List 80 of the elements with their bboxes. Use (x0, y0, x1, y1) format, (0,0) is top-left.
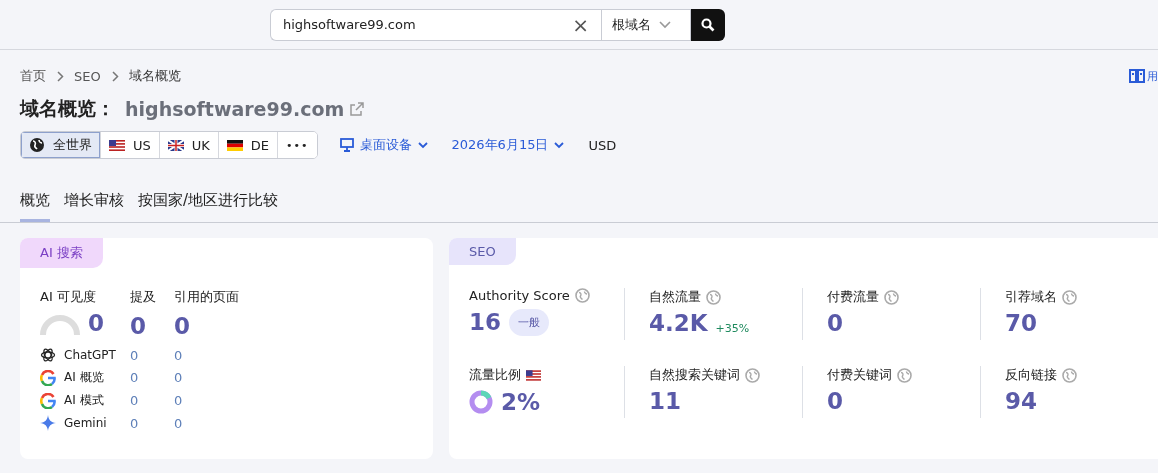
globe-icon[interactable] (574, 288, 590, 303)
metric-value: 11 (649, 390, 681, 413)
metric-value: 16 (469, 311, 501, 334)
book-icon[interactable] (1129, 68, 1145, 84)
us-flag-icon (526, 369, 541, 381)
source-name: Gemini (64, 416, 107, 430)
globe-icon[interactable] (1062, 289, 1077, 305)
metric-value: 0 (827, 312, 843, 335)
uk-flag-icon (167, 139, 184, 151)
tab[interactable]: 按国家/地区进行比较 (138, 189, 279, 222)
rating-badge: 一般 (509, 309, 549, 336)
metric-label: 流量比例 (469, 366, 521, 384)
metric-value: 4.2K (649, 312, 708, 335)
chevron-down-icon (659, 20, 671, 29)
google-icon (40, 369, 56, 386)
card-tag: AI 搜索 (20, 238, 103, 268)
donut-icon (469, 390, 493, 414)
card-tag: SEO (449, 238, 516, 265)
chevron-down-icon (554, 141, 565, 149)
sparkle-icon (40, 415, 56, 431)
metric-value: 0 (88, 312, 104, 335)
metric-value: 0 (827, 390, 843, 413)
metric-value: 0 (174, 315, 191, 338)
domain-title: highsoftware99.com (125, 98, 345, 120)
mentions-count: 0 (130, 347, 140, 363)
metric-label: 自然流量 (649, 288, 701, 306)
globe-icon[interactable] (1062, 367, 1077, 383)
chevron-icon (56, 70, 64, 82)
knot-icon (40, 347, 56, 363)
mentions-count: 0 (130, 415, 140, 431)
us-flag-icon (109, 139, 125, 151)
currency-label: USD (588, 137, 617, 153)
breadcrumb-link[interactable]: 首页 (20, 67, 46, 85)
date-dropdown[interactable]: 2026年6月15日 (449, 136, 567, 154)
source-name: ChatGPT (64, 348, 116, 362)
cited-count: 0 (174, 415, 184, 431)
search-icon (701, 17, 715, 32)
metric-value: 2% (501, 390, 541, 414)
tab[interactable]: 增长审核 (64, 189, 124, 222)
help-link[interactable]: 用 (1147, 68, 1158, 84)
globe-icon[interactable] (897, 367, 912, 383)
search-field[interactable]: highsoftware99.com × (270, 8, 601, 41)
page-title: 域名概览： (20, 96, 115, 121)
monitor-icon (339, 138, 354, 152)
column-label: 引用的页面 (174, 288, 239, 306)
metric-label: 引荐域名 (1005, 288, 1057, 306)
metric-label: 自然搜索关键词 (649, 366, 740, 384)
device-dropdown[interactable]: 桌面设备 (337, 136, 430, 154)
cited-count: 0 (174, 393, 184, 408)
search-button[interactable] (691, 8, 725, 41)
globe-icon[interactable] (884, 289, 899, 305)
globe-icon[interactable] (706, 289, 721, 305)
scope-dropdown[interactable]: 根域名 (601, 8, 691, 41)
column-label: AI 可见度 (40, 288, 97, 306)
google-icon (40, 392, 56, 409)
region-button[interactable]: 全世界 (21, 132, 101, 158)
metric-label: Authority Score (469, 288, 570, 303)
clear-icon[interactable]: × (572, 14, 589, 35)
globe-icon (29, 137, 45, 153)
chevron-icon (110, 70, 119, 82)
metric-label: 反向链接 (1005, 366, 1057, 384)
source-name: AI 概览 (64, 369, 104, 386)
metric-label: 付费流量 (827, 288, 879, 306)
mentions-count: 0 (130, 370, 140, 385)
metric-value: 94 (1005, 390, 1037, 413)
tab[interactable]: 概览 (20, 189, 50, 222)
mentions-count: 0 (130, 393, 140, 408)
german-flag-icon (226, 139, 243, 151)
chevron-down-icon (417, 141, 428, 149)
column-label: 提及 (130, 288, 157, 306)
cited-count: 0 (174, 370, 184, 385)
metric-label: 付费关键词 (827, 366, 892, 384)
source-name: AI 模式 (64, 392, 104, 409)
cited-count: 0 (174, 347, 184, 363)
change-value: +35% (715, 322, 750, 335)
external-link-icon[interactable] (350, 102, 365, 116)
metric-value: 70 (1005, 312, 1037, 335)
metric-value: 0 (130, 315, 147, 338)
breadcrumb-link[interactable]: SEO (74, 68, 101, 84)
globe-icon[interactable] (745, 367, 760, 383)
